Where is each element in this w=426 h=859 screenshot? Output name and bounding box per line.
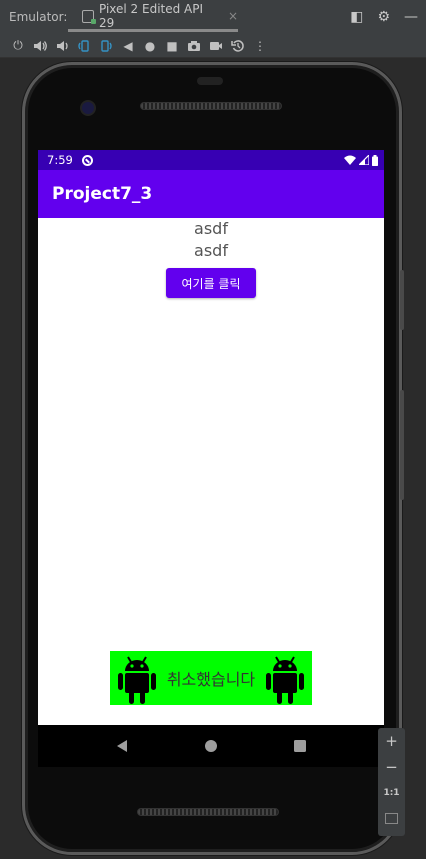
- power-icon[interactable]: ⏻: [7, 35, 29, 57]
- screenrecord-icon[interactable]: [205, 35, 227, 57]
- zoom-controls: + − 1:1: [378, 728, 405, 836]
- toast-text: 취소했습니다: [166, 670, 256, 689]
- screenshot-icon[interactable]: [183, 35, 205, 57]
- wifi-icon: [344, 155, 356, 165]
- front-camera: [82, 102, 94, 114]
- top-speaker: [140, 102, 282, 110]
- close-tab-icon[interactable]: ×: [228, 9, 238, 23]
- back-icon[interactable]: ◀: [117, 35, 139, 57]
- window-controls: ◧ ⚙ —: [350, 9, 418, 25]
- status-time: 7:59: [47, 153, 73, 167]
- emulator-label: Emulator:: [9, 10, 68, 24]
- dnd-icon: [81, 154, 93, 166]
- text-view-1: asdf: [194, 219, 228, 238]
- text-view-2: asdf: [194, 241, 228, 260]
- bottom-speaker: [137, 808, 279, 816]
- device-icon: [82, 9, 96, 24]
- toast-message: 취소했습니다: [110, 651, 312, 705]
- app-title: Project7_3: [52, 184, 153, 204]
- android-nav-bar: [38, 725, 384, 767]
- tab-underline: [68, 29, 238, 32]
- gear-icon[interactable]: ⚙: [377, 9, 390, 25]
- emulator-toolbar: ⏻ ◀ ● ■ ⋮: [0, 34, 426, 58]
- actual-size-button[interactable]: 1:1: [383, 780, 399, 806]
- click-here-button[interactable]: 여기를 클릭: [166, 268, 256, 298]
- zoom-in-button[interactable]: +: [385, 728, 398, 754]
- volume-up-icon[interactable]: [29, 35, 51, 57]
- nav-back-icon[interactable]: [115, 739, 129, 753]
- volume-down-icon[interactable]: [51, 35, 73, 57]
- signal-icon: [359, 155, 369, 165]
- power-side-button: [400, 270, 404, 330]
- restore-layout-icon[interactable]: ◧: [350, 9, 363, 25]
- status-bar: 7:59: [38, 150, 384, 170]
- battery-icon: [372, 154, 378, 166]
- fit-screen-icon[interactable]: [385, 813, 398, 824]
- proximity-sensor: [197, 77, 223, 85]
- minimize-icon[interactable]: —: [404, 9, 418, 25]
- device-screen: 7:59 Project7_3 asdf asdf 여기를 클릭 취소했습니다: [38, 150, 384, 725]
- rotate-right-icon[interactable]: [95, 35, 117, 57]
- rotate-left-icon[interactable]: [73, 35, 95, 57]
- home-icon[interactable]: ●: [139, 35, 161, 57]
- app-content: asdf asdf 여기를 클릭 취소했습니다: [38, 218, 384, 725]
- device-tab-title: Pixel 2 Edited API 29: [98, 2, 204, 30]
- nav-home-icon[interactable]: [204, 739, 218, 753]
- zoom-out-button[interactable]: −: [385, 754, 398, 780]
- overview-icon[interactable]: ■: [161, 35, 183, 57]
- snapshot-icon[interactable]: [227, 35, 249, 57]
- volume-side-button: [400, 390, 404, 500]
- status-icons: [344, 154, 378, 166]
- device-tab[interactable]: Pixel 2 Edited API 29 ×: [70, 0, 238, 32]
- android-robot-icon: [265, 656, 304, 704]
- more-icon[interactable]: ⋮: [249, 35, 271, 57]
- android-robot-icon: [118, 656, 156, 704]
- app-bar: Project7_3: [38, 170, 384, 218]
- nav-overview-icon[interactable]: [293, 739, 307, 753]
